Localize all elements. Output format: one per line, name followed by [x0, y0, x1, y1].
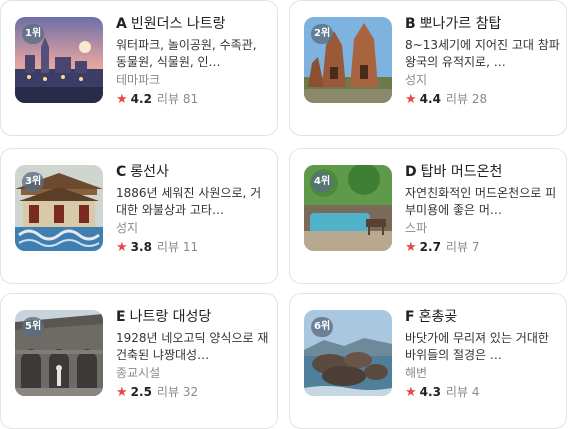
place-letter: B: [405, 16, 416, 32]
star-icon: ★: [405, 385, 417, 400]
place-description: 자연친화적인 머드온천으로 피부미용에 좋은 머…: [405, 186, 557, 217]
review-label: 리뷰: [156, 240, 180, 254]
place-list: 1위 A 빈원더스 나트랑 워터파크, 놀이공원, 수족관, 동물원, 식물원, …: [0, 0, 570, 429]
review-count: 7: [471, 240, 480, 254]
place-description: 워터파크, 놀이공원, 수족관, 동물원, 식물원, 인…: [116, 38, 257, 69]
star-icon: ★: [405, 92, 417, 107]
place-card[interactable]: 2위 B 뽀나가르 참탑 8~13세기에 지어진 고대 참파 왕국의 유적지로, …: [289, 0, 567, 136]
star-icon: ★: [116, 385, 128, 400]
place-rating: ★ 4.2 리뷰 81: [116, 90, 271, 109]
star-icon: ★: [116, 92, 128, 107]
place-title[interactable]: C 롱선사: [116, 162, 271, 182]
rating-score: 2.5: [130, 385, 152, 399]
rank-badge: 2위: [311, 24, 334, 44]
place-thumbnail[interactable]: 3위: [15, 165, 103, 251]
place-thumbnail[interactable]: 5위: [15, 310, 103, 396]
place-category: 테마파크: [116, 73, 161, 87]
place-card[interactable]: 4위 D 탑바 머드온천 자연친화적인 머드온천으로 피부미용에 좋은 머… 스파…: [289, 148, 567, 284]
place-description: 1886년 세워진 사원으로, 거대한 와불상과 고타…: [116, 186, 262, 217]
place-name: 롱선사: [130, 164, 169, 180]
place-thumbnail[interactable]: 4위: [304, 165, 392, 251]
place-title[interactable]: E 나트랑 대성당: [116, 307, 271, 327]
place-title[interactable]: F 혼총곶: [405, 307, 560, 327]
review-count: 32: [182, 385, 199, 399]
place-title[interactable]: A 빈원더스 나트랑: [116, 14, 271, 34]
place-card[interactable]: 6위 F 혼총곶 바닷가에 무리져 있는 거대한 바위들의 절경은 … 해변 ★ 4…: [289, 293, 567, 429]
place-letter: F: [405, 309, 415, 325]
rank-badge: 1위: [22, 24, 45, 44]
place-info: D 탑바 머드온천 자연친화적인 머드온천으로 피부미용에 좋은 머… 스파 ★ 2…: [405, 162, 560, 257]
rating-score: 3.8: [130, 240, 152, 254]
place-category: 스파: [405, 221, 428, 235]
place-letter: A: [116, 16, 127, 32]
rating-score: 4.4: [419, 92, 441, 106]
rating-score: 4.3: [419, 385, 441, 399]
place-rating: ★ 2.7 리뷰 7: [405, 238, 560, 257]
rating-score: 2.7: [419, 240, 441, 254]
place-rating: ★ 4.3 리뷰 4: [405, 383, 560, 402]
place-info: E 나트랑 대성당 1928년 네오고딕 양식으로 재건축된 냐짱대성… 종교시설…: [116, 307, 271, 402]
place-letter: D: [405, 164, 417, 180]
place-name: 탑바 머드온천: [420, 164, 503, 180]
review-count: 11: [182, 240, 199, 254]
place-card[interactable]: 1위 A 빈원더스 나트랑 워터파크, 놀이공원, 수족관, 동물원, 식물원, …: [0, 0, 278, 136]
place-name: 빈원더스 나트랑: [130, 16, 226, 32]
rating-score: 4.2: [130, 92, 152, 106]
place-info: F 혼총곶 바닷가에 무리져 있는 거대한 바위들의 절경은 … 해변 ★ 4.3 리…: [405, 307, 560, 402]
review-label: 리뷰: [445, 92, 469, 106]
star-icon: ★: [405, 240, 417, 255]
review-label: 리뷰: [445, 240, 469, 254]
place-category: 성지: [116, 221, 139, 235]
place-category: 종교시설: [116, 366, 161, 380]
place-category: 성지: [405, 73, 428, 87]
place-name: 나트랑 대성당: [129, 309, 212, 325]
place-card[interactable]: 5위 E 나트랑 대성당 1928년 네오고딕 양식으로 재건축된 냐짱대성… 종…: [0, 293, 278, 429]
review-label: 리뷰: [445, 385, 469, 399]
place-card[interactable]: 3위 C 롱선사 1886년 세워진 사원으로, 거대한 와불상과 고타… 성지 …: [0, 148, 278, 284]
review-label: 리뷰: [156, 385, 180, 399]
place-name: 혼총곶: [418, 309, 458, 325]
place-description: 바닷가에 무리져 있는 거대한 바위들의 절경은 …: [405, 331, 549, 362]
rank-badge: 5위: [22, 317, 45, 337]
star-icon: ★: [116, 240, 128, 255]
review-count: 81: [182, 92, 199, 106]
place-description: 8~13세기에 지어진 고대 참파 왕국의 유적지로, …: [405, 38, 560, 69]
place-category: 해변: [405, 366, 428, 380]
review-count: 4: [471, 385, 480, 399]
place-letter: C: [116, 164, 127, 180]
place-info: C 롱선사 1886년 세워진 사원으로, 거대한 와불상과 고타… 성지 ★ 3.…: [116, 162, 271, 257]
review-label: 리뷰: [156, 92, 180, 106]
place-rating: ★ 4.4 리뷰 28: [405, 90, 560, 109]
place-info: B 뽀나가르 참탑 8~13세기에 지어진 고대 참파 왕국의 유적지로, … 성…: [405, 14, 560, 109]
review-count: 28: [471, 92, 488, 106]
place-thumbnail[interactable]: 6위: [304, 310, 392, 396]
place-info: A 빈원더스 나트랑 워터파크, 놀이공원, 수족관, 동물원, 식물원, 인… …: [116, 14, 271, 109]
rank-badge: 6위: [311, 317, 334, 337]
place-name: 뽀나가르 참탑: [419, 16, 502, 32]
place-title[interactable]: B 뽀나가르 참탑: [405, 14, 560, 34]
place-title[interactable]: D 탑바 머드온천: [405, 162, 560, 182]
place-rating: ★ 3.8 리뷰 11: [116, 238, 271, 257]
place-rating: ★ 2.5 리뷰 32: [116, 383, 271, 402]
place-letter: E: [116, 309, 126, 325]
place-description: 1928년 네오고딕 양식으로 재건축된 냐짱대성…: [116, 331, 269, 362]
rank-badge: 3위: [22, 172, 45, 192]
place-thumbnail[interactable]: 1위: [15, 17, 103, 103]
place-thumbnail[interactable]: 2위: [304, 17, 392, 103]
rank-badge: 4위: [311, 172, 334, 192]
